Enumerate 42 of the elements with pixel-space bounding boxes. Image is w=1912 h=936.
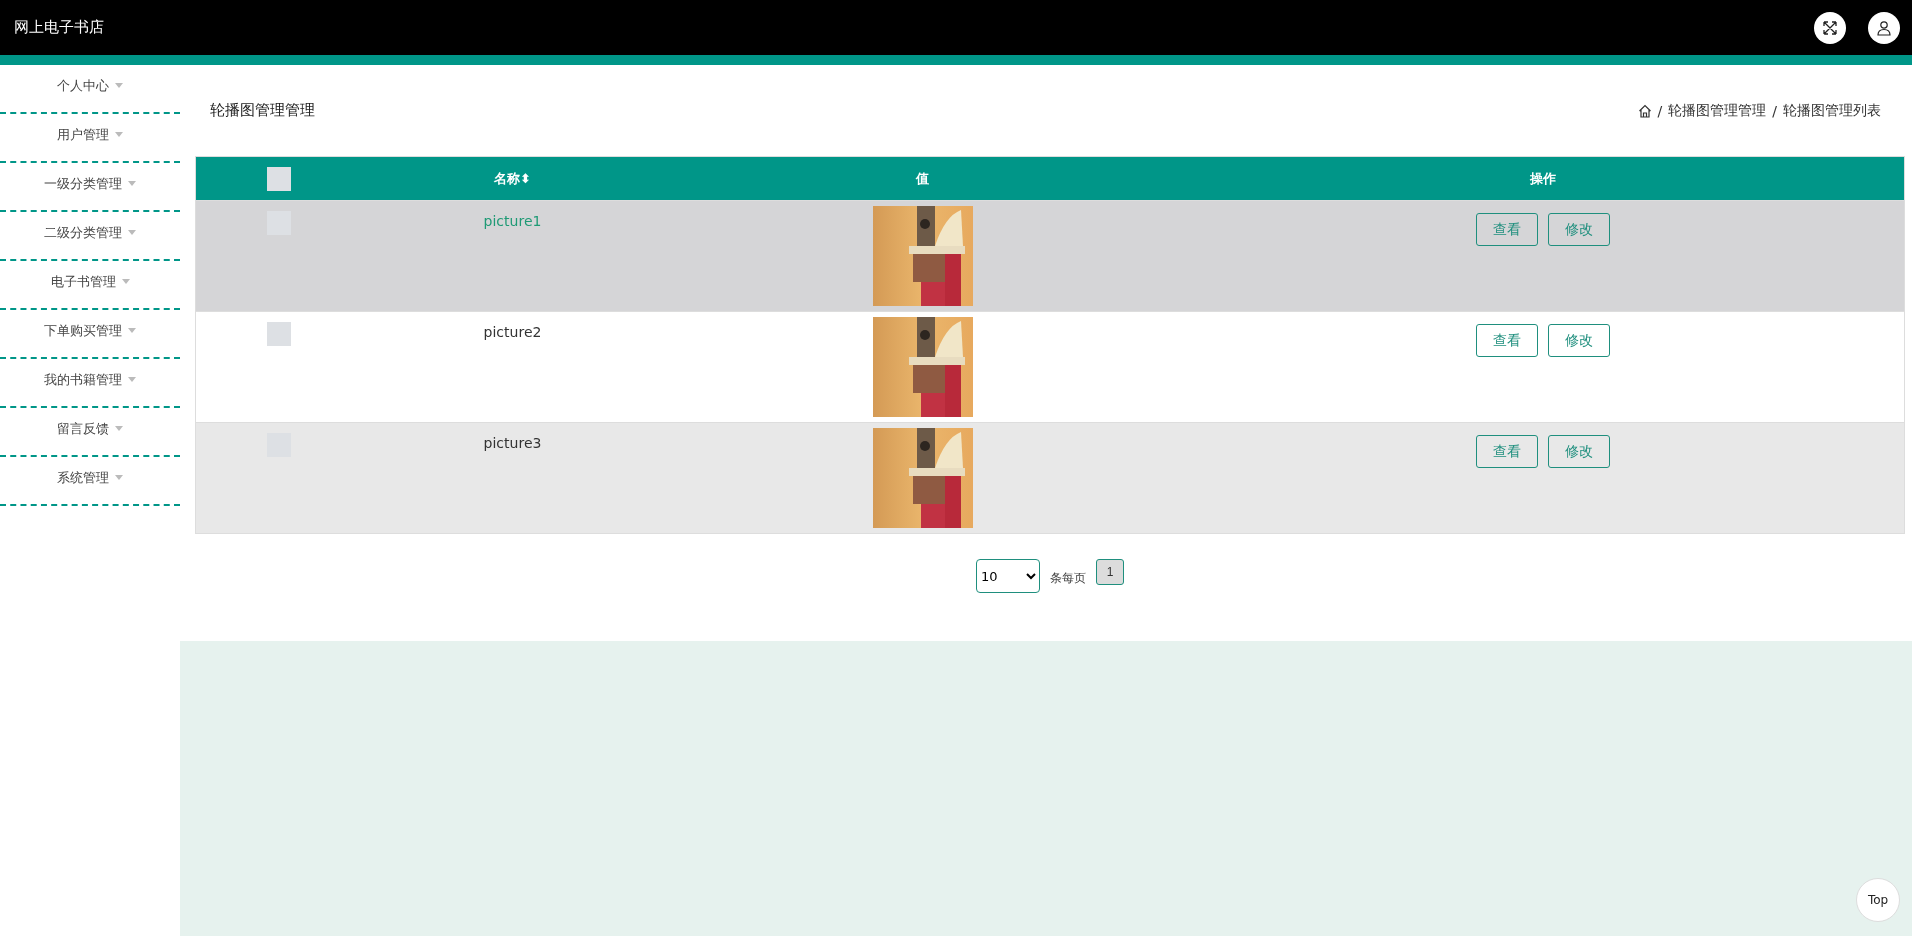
sidebar-item[interactable]: 个人中心 xyxy=(0,65,180,114)
home-icon[interactable] xyxy=(1637,103,1652,118)
caret-icon xyxy=(128,230,136,235)
breadcrumb-item[interactable]: 轮播图管理列表 xyxy=(1783,101,1881,120)
breadcrumb-item[interactable]: 轮播图管理管理 xyxy=(1668,101,1767,120)
page-title: 轮播图管理管理 xyxy=(210,101,315,120)
caret-icon xyxy=(128,181,136,186)
sidebar-item[interactable]: 用户管理 xyxy=(0,114,180,163)
sidebar-item[interactable]: 一级分类管理 xyxy=(0,163,180,212)
caret-icon xyxy=(115,475,123,480)
caret-icon xyxy=(121,279,130,284)
sidebar-item[interactable]: 电子书管理 xyxy=(0,261,180,310)
table-cell: picture3 xyxy=(483,435,542,451)
column-header: 操作 xyxy=(1529,170,1556,186)
column-header: 名称⬍ xyxy=(494,170,531,186)
user-button[interactable] xyxy=(1868,11,1900,44)
table-cell: picture2 xyxy=(483,324,542,340)
per-page-label: 条每页 xyxy=(1050,569,1086,587)
caret-icon xyxy=(115,426,123,431)
caret-icon xyxy=(115,83,123,88)
page-size-select[interactable]: 10 xyxy=(976,559,1040,593)
user-icon xyxy=(1876,19,1892,36)
breadcrumb-separator: / xyxy=(1772,102,1777,119)
action-button[interactable]: 查看 xyxy=(1475,324,1538,357)
table-cell: picture1 xyxy=(483,213,542,229)
select-all-checkbox[interactable] xyxy=(266,166,291,191)
sidebar-item[interactable]: 系统管理 xyxy=(0,457,180,506)
sidebar-item[interactable]: 二级分类管理 xyxy=(0,212,180,261)
breadcrumb-separator: / xyxy=(1657,102,1663,119)
column-header: 值 xyxy=(916,170,929,186)
sidebar-item[interactable]: 下单购买管理 xyxy=(0,310,180,359)
sidebar-item[interactable]: 留言反馈 xyxy=(0,408,180,457)
page-button[interactable]: 1 xyxy=(1096,559,1124,585)
caret-icon xyxy=(128,328,136,333)
caret-icon xyxy=(128,377,136,382)
sidebar-item[interactable]: 我的书籍管理 xyxy=(0,359,180,408)
fullscreen-button[interactable] xyxy=(1814,11,1846,44)
row-checkbox[interactable] xyxy=(266,322,291,346)
caret-icon xyxy=(115,132,123,137)
action-button[interactable]: 修改 xyxy=(1547,324,1610,357)
site-title: 网上电子书店 xyxy=(14,18,104,37)
fullscreen-icon xyxy=(1822,19,1838,36)
